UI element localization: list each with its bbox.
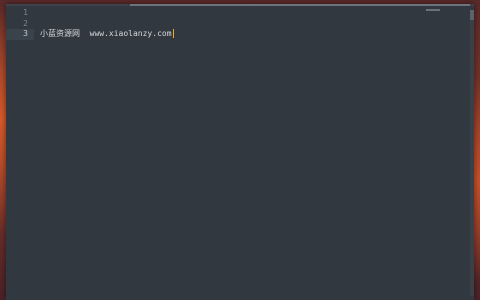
code-text-area[interactable]: 小蓝资源网 www.xiaolanzy.com <box>34 8 464 40</box>
vertical-scrollbar-track[interactable] <box>470 10 474 296</box>
code-line-2[interactable] <box>34 19 464 30</box>
line-number-3: 3 <box>6 29 34 40</box>
code-line-3[interactable]: 小蓝资源网 www.xiaolanzy.com <box>34 29 464 40</box>
line-number-gutter: 1 2 3 <box>6 8 34 40</box>
code-line-1[interactable] <box>34 8 464 19</box>
code-line-3-chinese: 小蓝资源网 <box>40 29 80 38</box>
code-line-3-text: www.xiaolanzy.com <box>80 29 172 38</box>
vertical-scrollbar-thumb[interactable] <box>470 10 474 20</box>
line-number-1: 1 <box>23 8 28 17</box>
line-number-2: 2 <box>23 18 28 28</box>
text-editor-window[interactable]: 1 2 3 小蓝资源网 www.xiaolanzy.com <box>6 4 474 300</box>
text-cursor <box>172 29 174 38</box>
tab-bar-indicator[interactable] <box>130 4 470 6</box>
